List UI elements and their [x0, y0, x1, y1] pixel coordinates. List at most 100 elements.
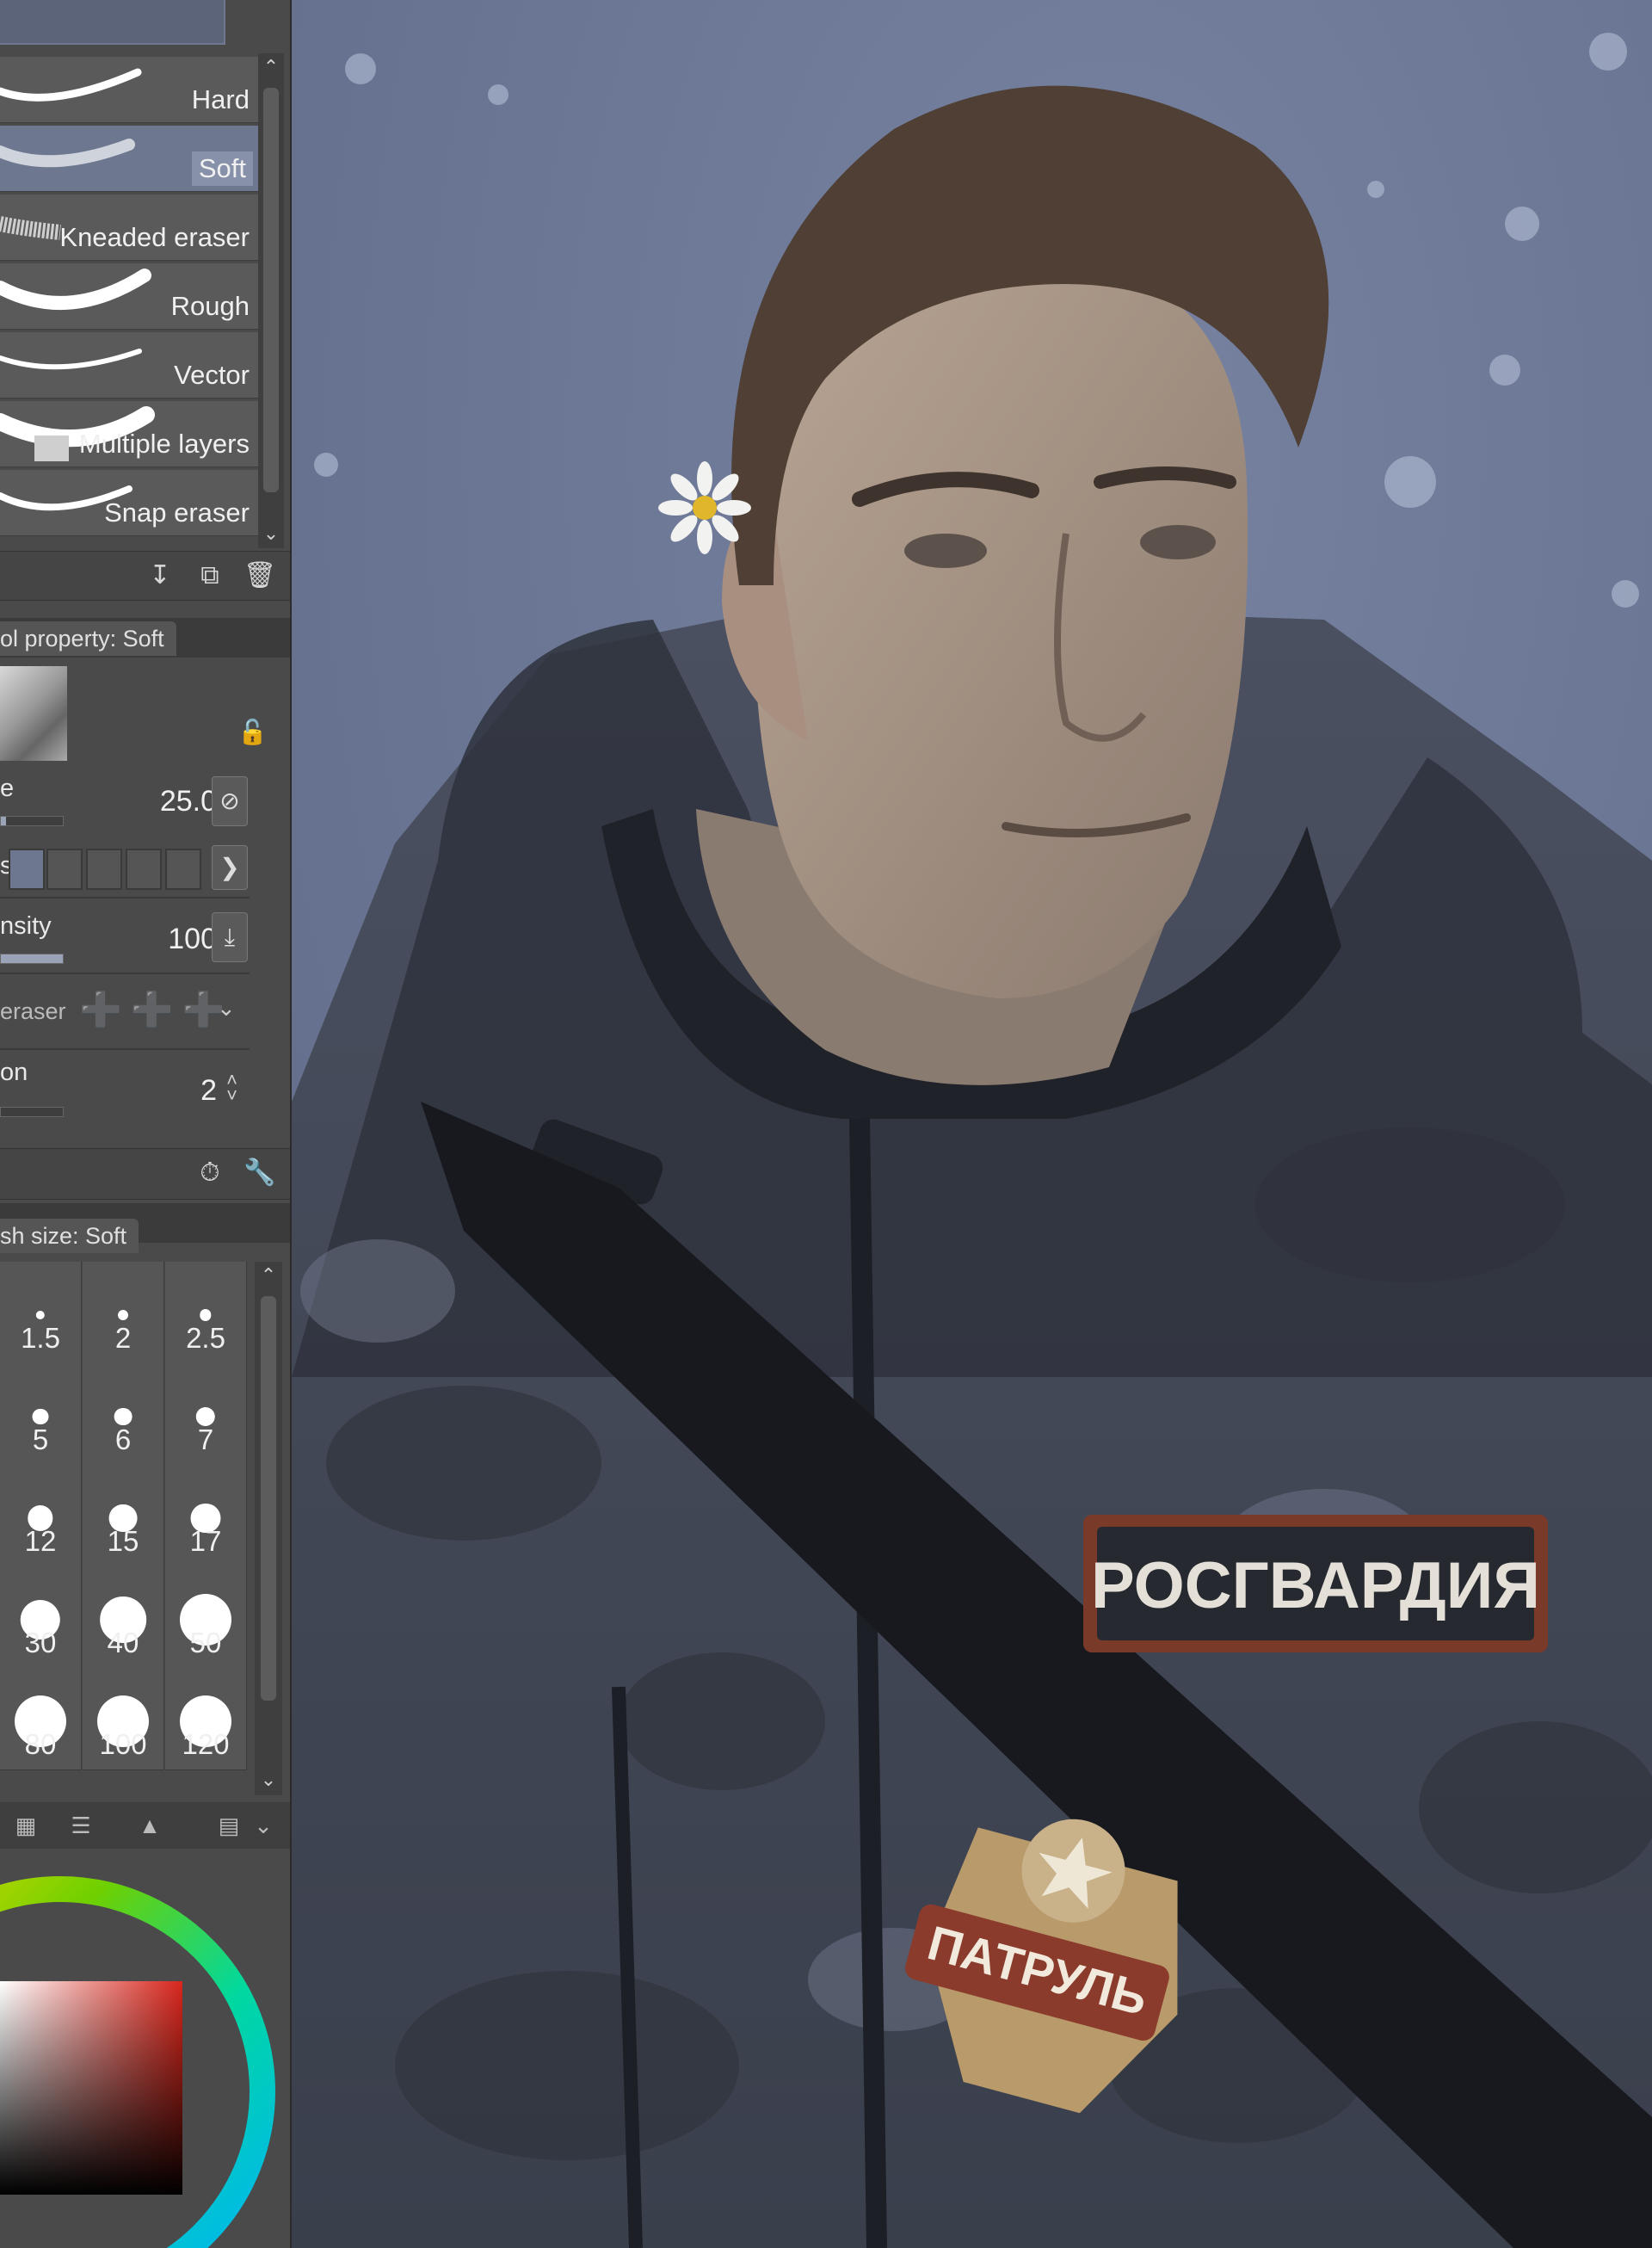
brush-size-label: 100 — [99, 1728, 147, 1760]
duplicate-icon[interactable]: ⧉ — [193, 559, 227, 593]
brush-size-label: 6 — [114, 1424, 132, 1455]
eraser-dropdown-icon[interactable]: ⌄ — [217, 995, 236, 1022]
brush-size-cell[interactable]: 17 — [165, 1465, 247, 1567]
brush-size-dot — [32, 1408, 49, 1425]
size-value[interactable]: 25.0 — [160, 785, 217, 818]
size-slider[interactable] — [0, 816, 64, 826]
brush-size-cell[interactable]: 50 — [165, 1566, 247, 1669]
brush-list-scrollbar[interactable]: ⌃ ⌄ — [258, 53, 284, 548]
tab-label: ol property: Soft — [0, 626, 164, 652]
scroll-up-icon[interactable]: ⌃ — [258, 1265, 279, 1286]
density-label: nsity — [0, 912, 52, 940]
size-pressure-button[interactable]: ⊘ — [212, 776, 248, 826]
tool-sidebar: Hard Soft Kneaded eraser Rough Vector Mu… — [0, 0, 292, 2248]
palette-tabs: ▦ ☰ ▲ ▤ ⌄ — [0, 1802, 290, 1849]
hardness-swatch[interactable] — [126, 849, 162, 890]
brush-size-cell[interactable]: 2 — [83, 1262, 164, 1364]
brush-size-cell[interactable]: 100 — [83, 1668, 164, 1770]
color-set-icon[interactable]: ▦ — [0, 1807, 52, 1843]
brush-size-cell[interactable]: 2.5 — [165, 1262, 247, 1364]
scroll-down-icon[interactable]: ⌄ — [261, 523, 281, 544]
approximate-color-icon[interactable]: ▲ — [124, 1807, 176, 1843]
brush-label: Soft — [191, 151, 253, 186]
tab-tool-property[interactable]: ol property: Soft — [0, 621, 176, 656]
dial-icon[interactable]: ⏱ — [193, 1156, 227, 1190]
intermediate-color-icon[interactable]: ☰ — [55, 1807, 107, 1843]
hardness-more-button[interactable]: ❯ — [212, 845, 248, 890]
wrench-icon[interactable]: 🔧 — [243, 1156, 277, 1190]
color-wheel-panel — [0, 1850, 290, 2248]
brush-label: Multiple layers — [78, 429, 250, 459]
brush-label: Snap eraser — [104, 497, 250, 528]
hardness-swatch-selected[interactable] — [9, 849, 45, 890]
hardness-swatch[interactable] — [46, 849, 83, 890]
brush-label: Hard — [191, 84, 250, 114]
stabilization-spinner-icon[interactable]: ˄ ˅ — [226, 1071, 237, 1105]
rosgvardia-patch: РОСГВАРДИЯ — [1083, 1515, 1548, 1652]
brush-size-dot — [35, 1310, 46, 1320]
brush-size-label: 5 — [32, 1424, 49, 1455]
brush-size-cell[interactable]: 1.5 — [0, 1262, 82, 1364]
brush-label: Rough — [170, 291, 250, 321]
brush-item-kneaded-eraser[interactable]: Kneaded eraser — [0, 195, 258, 261]
left-eye — [904, 534, 987, 568]
eraser-mode-icon[interactable]: ➕➕➕ — [79, 990, 233, 1030]
brush-size-cell[interactable]: 7 — [165, 1363, 247, 1466]
brush-size-cell[interactable]: 120 — [165, 1668, 247, 1770]
stabilization-label: on — [0, 1059, 28, 1086]
brush-size-label: 40 — [107, 1627, 139, 1658]
brush-size-label: 50 — [189, 1627, 222, 1658]
brush-size-cell[interactable]: 30 — [0, 1566, 82, 1669]
density-pressure-button[interactable]: ⤓ — [212, 912, 248, 962]
brush-size-label: 120 — [182, 1728, 230, 1760]
brush-size-dot — [200, 1309, 212, 1321]
scroll-thumb[interactable] — [263, 88, 279, 492]
tab-brush-size[interactable]: sh size: Soft — [0, 1219, 139, 1253]
hardness-swatch[interactable] — [165, 849, 201, 890]
brush-item-soft[interactable]: Soft — [0, 126, 258, 192]
patch-text: РОСГВАРДИЯ — [1091, 1549, 1540, 1622]
brush-size-cell[interactable]: 80 — [0, 1668, 82, 1770]
brush-item-multiple-layers[interactable]: Multiple layers — [0, 401, 258, 467]
brush-item-hard[interactable]: Hard — [0, 57, 258, 123]
hardness-swatch[interactable] — [86, 849, 122, 890]
brush-size-cell[interactable]: 15 — [83, 1465, 164, 1567]
brush-size-label: 15 — [107, 1525, 139, 1557]
daisy-flower — [658, 461, 751, 554]
trash-icon[interactable]: 🗑 — [243, 559, 277, 593]
stabilization-slider[interactable] — [0, 1107, 64, 1117]
tabs-dropdown-icon[interactable]: ⌄ — [246, 1807, 280, 1843]
property-stabilization: on 2 ˄ ˅ — [0, 1057, 258, 1117]
brush-size-label: 7 — [197, 1424, 214, 1455]
brush-size-scrollbar[interactable]: ⌃ ⌄ — [255, 1262, 282, 1795]
brush-label: Kneaded eraser — [59, 222, 250, 252]
density-value[interactable]: 100 — [168, 923, 217, 956]
brush-item-rough[interactable]: Rough — [0, 263, 258, 330]
brush-list-actions: ↧ ⧉ 🗑 — [0, 551, 290, 601]
brush-size-label: 17 — [189, 1525, 222, 1557]
density-slider[interactable] — [0, 954, 64, 964]
brush-size-label: 12 — [24, 1525, 57, 1557]
size-label: e — [0, 775, 15, 802]
lock-icon[interactable]: 🔓 — [237, 718, 268, 747]
stabilization-value[interactable]: 2 — [200, 1074, 217, 1108]
brush-item-snap-eraser[interactable]: Snap eraser — [0, 470, 258, 536]
brush-preview — [0, 666, 67, 761]
brush-size-cell[interactable]: 40 — [83, 1566, 164, 1669]
brush-list: Hard Soft Kneaded eraser Rough Vector Mu… — [0, 57, 258, 539]
brush-size-cell[interactable]: 5 — [0, 1363, 82, 1466]
brush-size-label: 80 — [24, 1728, 57, 1760]
brush-size-dot — [118, 1310, 128, 1320]
brush-label: Vector — [174, 360, 250, 390]
scroll-up-icon[interactable]: ⌃ — [261, 57, 281, 77]
color-wheel[interactable] — [0, 1850, 290, 2248]
scroll-thumb[interactable] — [261, 1296, 276, 1701]
brush-size-label: 30 — [24, 1627, 57, 1658]
brush-size-cell[interactable]: 6 — [83, 1363, 164, 1466]
brush-size-cell[interactable]: 12 — [0, 1465, 82, 1567]
right-eye — [1140, 525, 1216, 559]
drawing-canvas[interactable]: РОСГВАРДИЯ ПАТРУЛЬ — [292, 0, 1652, 2248]
import-icon[interactable]: ↧ — [143, 559, 177, 593]
brush-item-vector[interactable]: Vector — [0, 332, 258, 398]
scroll-down-icon[interactable]: ⌄ — [258, 1769, 279, 1790]
